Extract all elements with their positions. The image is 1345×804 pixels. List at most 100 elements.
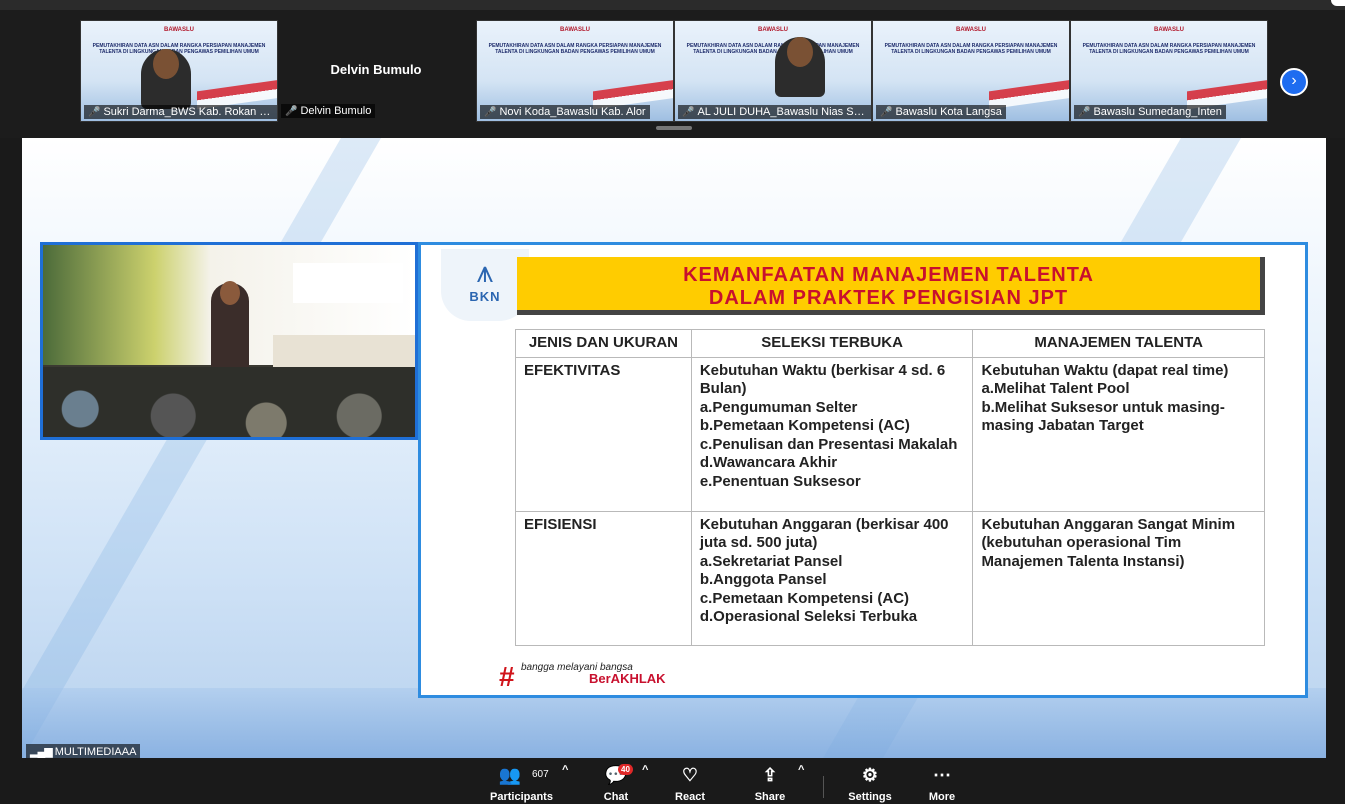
table-header: JENIS DAN UKURAN	[515, 329, 692, 358]
tile-caption: PEMUTAKHIRAN DATA ASN DALAM RANGKA PERSI…	[884, 43, 1058, 55]
list-item: c.Penulisan dan Presentasi Makalah	[699, 435, 958, 453]
signal-icon: ▂▄▆	[30, 746, 53, 758]
mic-muted-icon: 🎤	[285, 106, 298, 117]
share-caret-icon[interactable]: ^	[798, 764, 804, 776]
more-label: More	[928, 791, 956, 803]
stage-floor	[22, 688, 1326, 758]
participant-display-name: Delvin Bumulo	[330, 62, 422, 77]
participants-strip: BAWASLU PEMUTAKHIRAN DATA ASN DALAM RANG…	[0, 10, 1345, 138]
participants-icon: 👥	[498, 765, 522, 785]
chat-caret-icon[interactable]: ^	[642, 764, 648, 776]
tile-caption: PEMUTAKHIRAN DATA ASN DALAM RANGKA PERSI…	[686, 43, 860, 55]
participant-tile[interactable]: BAWASLU PEMUTAKHIRAN DATA ASN DALAM RANG…	[476, 20, 674, 122]
audience	[43, 367, 415, 437]
berakhlak-logo: BerAKHLAK	[589, 671, 666, 686]
toolbar-separator	[823, 776, 824, 798]
slide-title: KEMANFAATAN MANAJEMEN TALENTA DALAM PRAK…	[517, 257, 1265, 315]
tile-caption: PEMUTAKHIRAN DATA ASN DALAM RANGKA PERSI…	[488, 43, 662, 55]
cell-intro: Kebutuhan Waktu (dapat real time)	[981, 361, 1229, 379]
chat-label: Chat	[603, 791, 629, 803]
mic-muted-icon: 🎤	[1078, 107, 1091, 118]
participants-label: Participants	[490, 791, 553, 803]
share-screen-icon: ⇪	[762, 765, 778, 785]
list-item: c.Pemetaan Kompetensi (AC)	[699, 589, 910, 607]
chat-unread-badge: 40	[618, 764, 633, 775]
bawaslu-logo: BAWASLU	[164, 27, 194, 33]
slide-title-line2: DALAM PRAKTEK PENGISIAN JPT	[708, 287, 1069, 309]
mic-muted-icon: 🎤	[682, 107, 695, 118]
list-item: e.Penentuan Suksesor	[699, 472, 861, 490]
mic-muted-icon: 🎤	[88, 107, 101, 118]
table-cell: Kebutuhan Anggaran (berkisar 400 juta sd…	[690, 510, 974, 646]
settings-label: Settings	[848, 791, 892, 803]
list-item: d.Wawancara Akhir	[699, 454, 838, 471]
list-item: b.Pemetaan Kompetensi (AC)	[699, 417, 910, 434]
table-row: EFISIENSI Kebutuhan Anggaran (berkisar 4…	[515, 510, 1265, 646]
tile-caption: PEMUTAKHIRAN DATA ASN DALAM RANGKA PERSI…	[1082, 43, 1256, 55]
cell-intro: Kebutuhan Waktu (berkisar 4 sd. 6 Bulan)	[699, 361, 946, 398]
presentation-slide: ⩚ BKN KEMANFAATAN MANAJEMEN TALENTA DALA…	[418, 242, 1308, 698]
more-button[interactable]: ⋯ More	[924, 764, 960, 803]
table-row: EFEKTIVITAS Kebutuhan Waktu (berkisar 4 …	[515, 356, 1265, 512]
cell-intro: Kebutuhan Anggaran (berkisar 400 juta sd…	[699, 515, 949, 552]
gear-icon: ⚙	[861, 765, 879, 785]
cell-list: a.Melihat Talent Pool b.Melihat Suksesor…	[981, 380, 1256, 436]
bkn-emblem-icon: ⩚	[476, 256, 494, 289]
table-cell: Kebutuhan Waktu (dapat real time) a.Meli…	[972, 356, 1265, 512]
bkn-logo-text: BKN	[469, 289, 501, 304]
meeting-toolbar: 👥 607 Participants ^ 💬 40 Chat ^ ♡ React…	[0, 758, 1345, 804]
window-corner	[1331, 0, 1345, 6]
slide-title-line1: KEMANFAATAN MANAJEMEN TALENTA	[683, 264, 1094, 286]
bawaslu-logo: BAWASLU	[956, 27, 986, 33]
list-item: b.Anggota Pansel	[699, 571, 827, 588]
hashtag-logo-icon: #	[499, 661, 515, 692]
react-button[interactable]: ♡ React	[672, 764, 708, 803]
bkn-logo: ⩚ BKN	[441, 249, 529, 321]
participant-tile[interactable]: BAWASLU PEMUTAKHIRAN DATA ASN DALAM RANG…	[80, 20, 278, 122]
participant-tile[interactable]: BAWASLU PEMUTAKHIRAN DATA ASN DALAM RANG…	[1070, 20, 1268, 122]
participant-name: 🎤 Bawaslu Kota Langsa	[876, 105, 1006, 119]
stage-participant-name: ▂▄▆ MULTIMEDIAAA	[26, 744, 141, 759]
participant-name: 🎤 AL JULI DUHA_Bawaslu Nias Sela...	[678, 105, 871, 119]
speaker-video	[40, 242, 418, 440]
table-cell: Kebutuhan Waktu (berkisar 4 sd. 6 Bulan)…	[690, 356, 974, 512]
share-button[interactable]: ⇪ Share	[752, 764, 788, 803]
bawaslu-logo: BAWASLU	[1154, 27, 1184, 33]
bawaslu-logo: BAWASLU	[560, 27, 590, 33]
strip-resize-handle[interactable]	[656, 126, 692, 130]
participant-tile[interactable]: Delvin Bumulo 🎤 Delvin Bumulo	[278, 20, 474, 120]
list-item: b.Melihat Suksesor untuk masing-masing J…	[981, 398, 1225, 435]
chat-button[interactable]: 💬 40 Chat	[600, 764, 633, 803]
mic-muted-icon: 🎤	[484, 107, 497, 118]
table-header: SELEKSI TERBUKA	[690, 329, 974, 358]
list-item: a.Sekretariat Pansel	[699, 552, 843, 570]
cell-intro: Kebutuhan Anggaran Sangat Minim (kebutuh…	[981, 515, 1236, 570]
react-label: React	[675, 791, 705, 803]
participants-count: 607	[532, 769, 549, 780]
list-item: d.Operasional Seleksi Terbuka	[699, 608, 918, 625]
list-item: a.Melihat Talent Pool	[981, 380, 1130, 397]
mic-muted-icon: 🎤	[880, 107, 893, 118]
window-top-bar	[0, 0, 1345, 10]
cell-list: a.Pengumuman Selter b.Pemetaan Kompetens…	[700, 399, 965, 492]
list-item: a.Pengumuman Selter	[699, 398, 858, 416]
participant-tile[interactable]: BAWASLU PEMUTAKHIRAN DATA ASN DALAM RANG…	[872, 20, 1070, 122]
settings-button[interactable]: ⚙ Settings	[848, 764, 892, 803]
slide-footer: # bangga melayani bangsa BerAKHLAK	[499, 663, 679, 693]
table-header-row: JENIS DAN UKURAN SELEKSI TERBUKA MANAJEM…	[515, 329, 1265, 358]
react-icon: ♡	[681, 765, 699, 785]
participant-name: 🎤 Novi Koda_Bawaslu Kab. Alor	[480, 105, 650, 119]
participant-name: 🎤 Sukri Darma_BWS Kab. Rokan H...	[84, 105, 277, 119]
participant-tile[interactable]: BAWASLU PEMUTAKHIRAN DATA ASN DALAM RANG…	[674, 20, 872, 122]
participant-name: 🎤 Delvin Bumulo	[281, 104, 376, 118]
comparison-table: JENIS DAN UKURAN SELEKSI TERBUKA MANAJEM…	[515, 329, 1265, 646]
chevron-right-icon[interactable]: ›	[1280, 68, 1308, 96]
table-header: MANAJEMEN TALENTA	[972, 329, 1265, 358]
more-icon: ⋯	[933, 765, 951, 785]
background-ray	[22, 138, 381, 758]
row-label: EFEKTIVITAS	[515, 356, 692, 512]
participants-caret-icon[interactable]: ^	[562, 764, 568, 776]
participants-button[interactable]: 👥 607 Participants	[490, 764, 553, 803]
row-label: EFISIENSI	[515, 510, 692, 646]
shared-screen: ⩚ BKN KEMANFAATAN MANAJEMEN TALENTA DALA…	[22, 138, 1326, 758]
